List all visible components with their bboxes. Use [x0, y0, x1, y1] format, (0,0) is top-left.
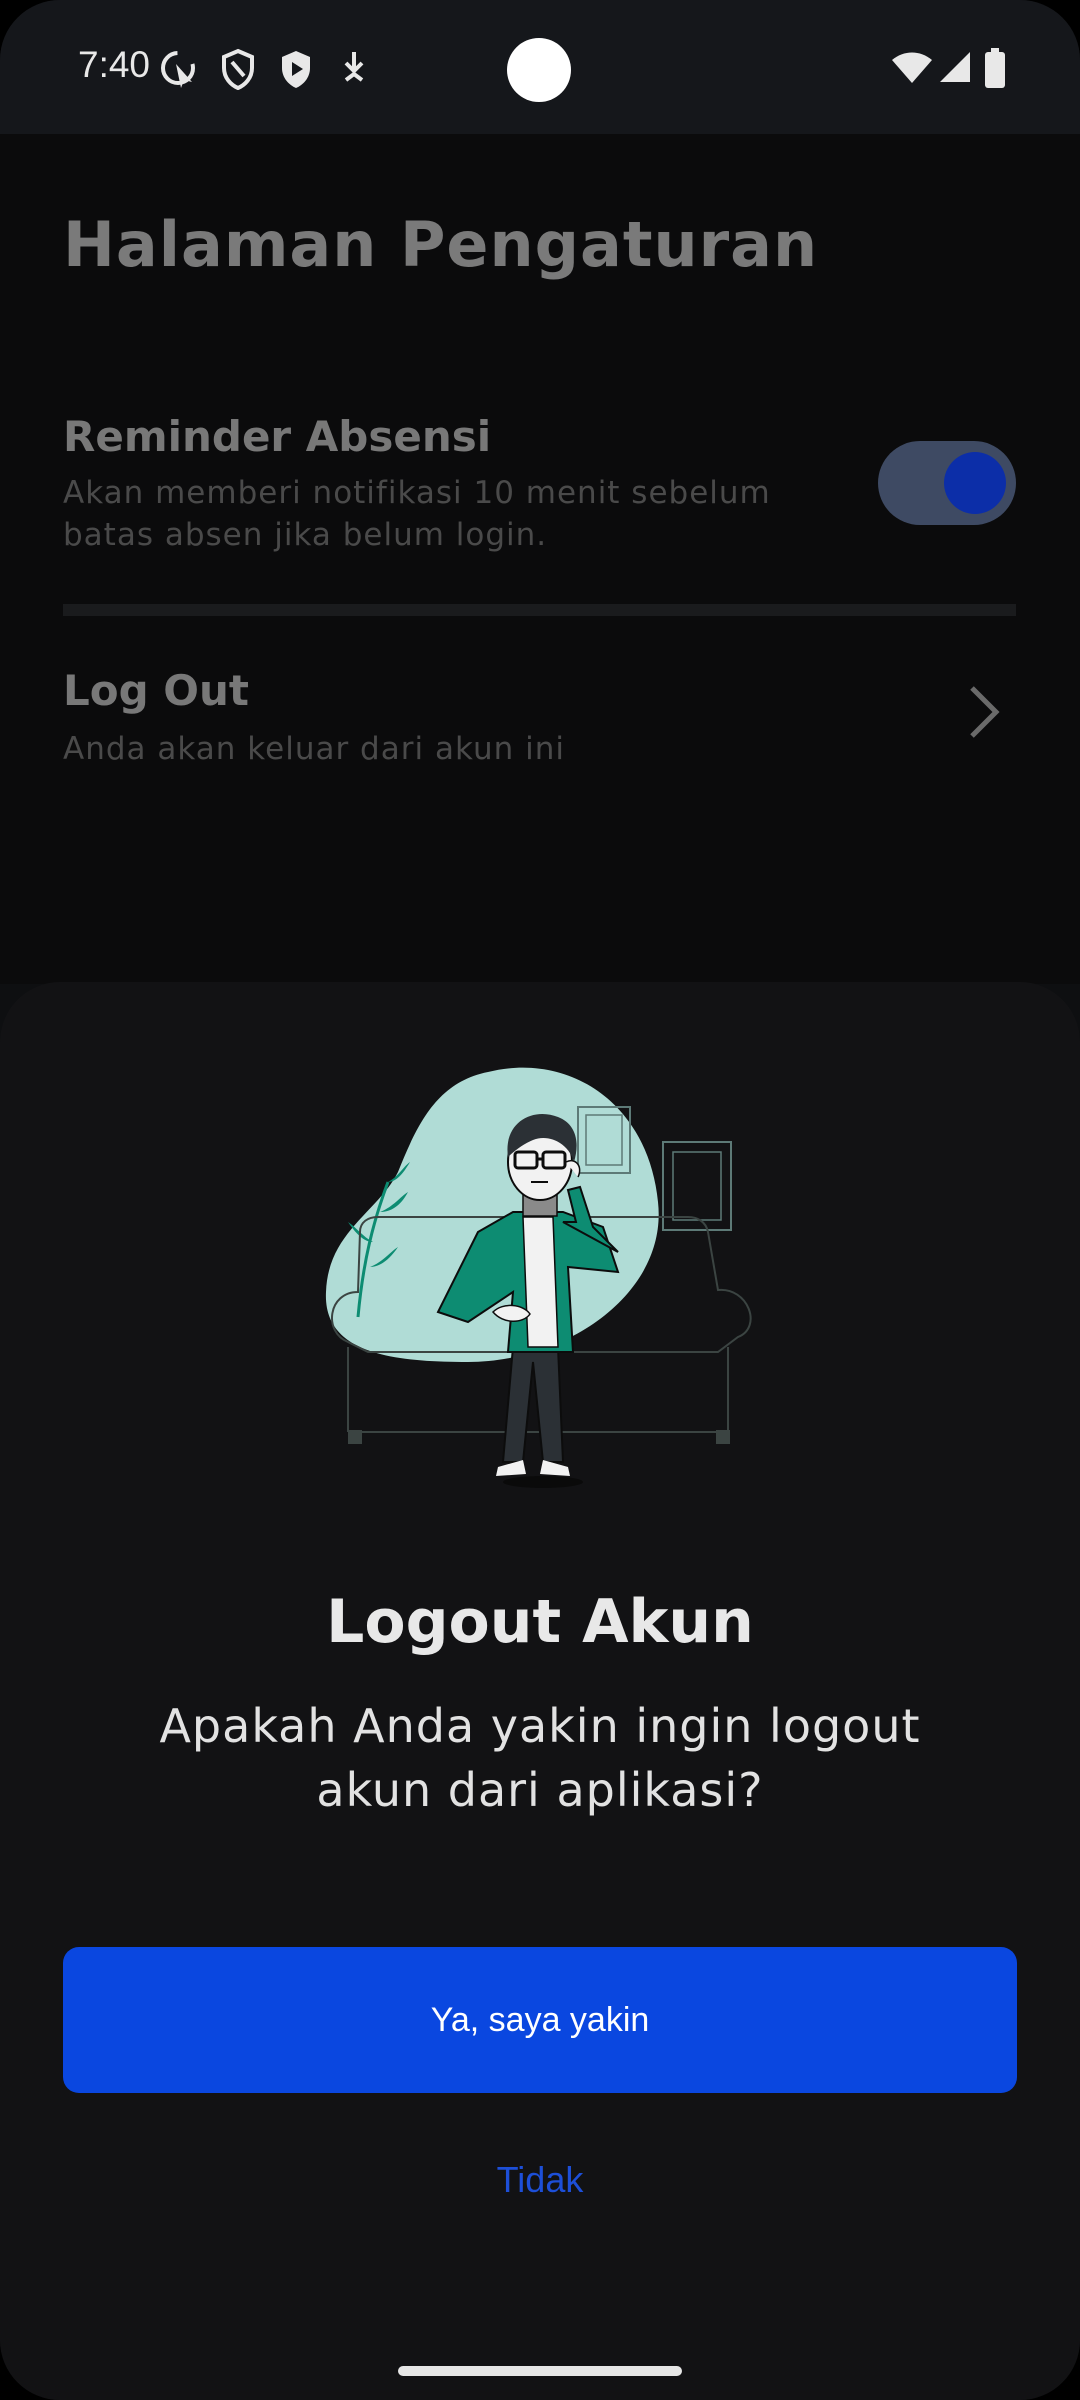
home-indicator[interactable]: [398, 2366, 682, 2376]
reminder-title: Reminder Absensi: [63, 412, 492, 461]
logout-illustration: [325, 1067, 752, 1488]
page-title: Halaman Pengaturan: [63, 208, 819, 281]
logout-subtitle: Anda akan keluar dari akun ini: [63, 731, 565, 767]
play-protect-icon: [282, 51, 310, 88]
settings-page: Halaman Pengaturan Reminder Absensi Akan…: [0, 134, 1080, 984]
status-bar: 7:40: [0, 0, 1080, 134]
download-icon: [344, 52, 364, 82]
dialog-message: Apakah Anda yakin ingin logout akun dari…: [159, 1699, 921, 1817]
signal-icon: [940, 52, 970, 82]
dialog-title: Logout Akun: [326, 1587, 754, 1657]
battery-icon: [985, 48, 1005, 88]
chevron-right-icon[interactable]: [964, 682, 1004, 742]
screen-record-icon: [161, 51, 195, 88]
status-time: 7:40: [78, 44, 151, 85]
logout-title[interactable]: Log Out: [63, 666, 249, 715]
divider: [63, 604, 1016, 616]
camera-cutout: [507, 38, 571, 102]
confirm-logout-button[interactable]: Ya, saya yakin: [63, 1947, 1017, 2093]
logout-bottom-sheet: Logout Akun Apakah Anda yakin ingin logo…: [0, 982, 1080, 2400]
reminder-toggle[interactable]: [878, 441, 1016, 525]
toggle-knob: [944, 452, 1006, 514]
reminder-subtitle: Akan memberi notifikasi 10 menit sebelum…: [63, 475, 771, 553]
shield-icon: [222, 48, 254, 90]
cancel-button[interactable]: Tidak: [340, 2140, 740, 2220]
wifi-icon: [892, 52, 932, 83]
screen: 7:40 Halaman Pengaturan Reminder Absensi…: [0, 0, 1080, 2400]
